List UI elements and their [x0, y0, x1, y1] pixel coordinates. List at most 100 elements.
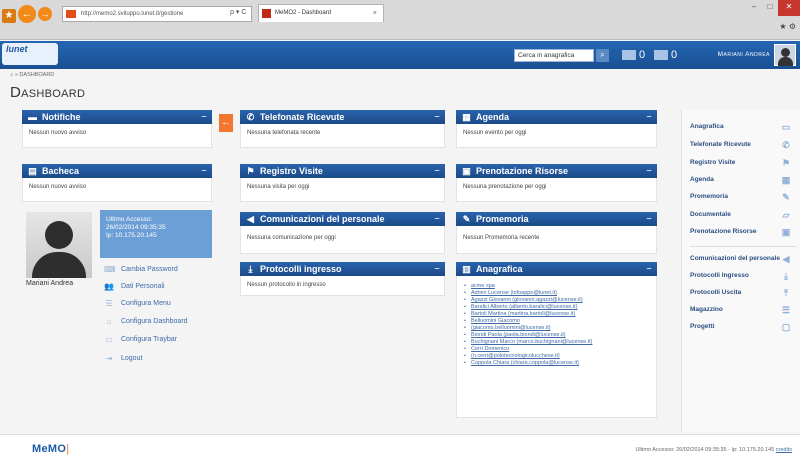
menu-item-anagrafica-label: Anagrafica: [690, 123, 724, 130]
folder-icon: ▱: [782, 210, 790, 220]
menu-item-telefonate[interactable]: Telefonate Ricevute ✆: [690, 138, 796, 152]
menu-item-magazzino[interactable]: Magazzino ☰: [690, 303, 796, 317]
address-text: http://memo2.sviluppo.lunet.it/gestione: [81, 11, 184, 17]
header-user-name[interactable]: Mariani Andrea: [718, 51, 770, 58]
menu-item-anagrafica[interactable]: Anagrafica ▭: [690, 120, 796, 134]
ptxt: Configura Dashboard: [121, 318, 188, 325]
collapse-button[interactable]: –: [645, 164, 653, 178]
menu-item-comunicazioni[interactable]: Comunicazioni del personale ◀: [690, 252, 796, 266]
visits-counter[interactable]: 0: [654, 47, 677, 63]
menu-item-prenotazione[interactable]: Prenotazione Risorse ▣: [690, 225, 796, 239]
keyboard-icon: ⌨: [104, 265, 116, 274]
ptxt: Dati Personali: [121, 283, 165, 290]
last-access-label: Ultimo Accesso:: [106, 216, 153, 223]
contact-item[interactable]: Baralici Alberto (alberto.baralici@lucen…: [463, 304, 650, 311]
menu-item-documentale[interactable]: Documentale ▱: [690, 208, 796, 222]
contact-item[interactable]: Biondi Paola (paola.biondi@lucense.it): [463, 332, 650, 339]
widget-header: ✎ Promemoria –: [456, 212, 657, 226]
contact-item[interactable]: acme spa: [463, 283, 650, 290]
close-window-button[interactable]: ✕: [778, 0, 800, 16]
contact-item[interactable]: Admin Lucense (infoappo@lunet.it): [463, 290, 650, 297]
browser-tab[interactable]: MeMO2 - Dashboard ×: [258, 4, 384, 22]
contact-item[interactable]: Coppola Chiara (chiara.coppola@lucense.i…: [463, 360, 650, 367]
menu-item-protocolli-uscita[interactable]: Protocolli Uscita ⤒: [690, 286, 796, 300]
menu-item-promemoria[interactable]: Promemoria ✎: [690, 190, 796, 204]
menu-item-promemoria-label: Promemoria: [690, 193, 728, 200]
download-icon: ⤓: [248, 264, 253, 274]
widget-header: ◀ Comunicazioni del personale –: [240, 212, 445, 226]
collapse-button[interactable]: –: [433, 262, 441, 276]
collapse-left-panel-button[interactable]: ←: [219, 114, 233, 132]
menu-item-agenda[interactable]: Agenda ▦: [690, 173, 796, 187]
footer-logo-2: MeMO: [32, 443, 67, 455]
users-icon: 👥: [104, 282, 114, 291]
menu-separator: [690, 246, 796, 247]
breadcrumb[interactable]: ⌂ » Dashboard: [10, 72, 54, 78]
widget-header: ▥ Anagrafica –: [456, 262, 657, 276]
tab-favicon-icon: [262, 9, 271, 18]
header-avatar[interactable]: [774, 44, 796, 66]
widget-title: Telefonate Ricevute: [260, 112, 345, 122]
visits-count: 0: [671, 49, 678, 61]
contact-item[interactable]: Agazzi Giovanni (giovanni.agazzi@lucense…: [463, 297, 650, 304]
phone-counter[interactable]: 0: [622, 47, 645, 63]
collapse-button[interactable]: –: [433, 110, 441, 124]
search-input[interactable]: Cerca in anagrafica: [514, 49, 594, 62]
phone-tray-icon: [622, 50, 636, 61]
calendar-icon: ▦: [781, 175, 791, 185]
clipboard-icon: ▢: [781, 322, 791, 332]
contact-item[interactable]: Belluomini Giacomo: [463, 318, 650, 325]
widget-comunicazioni: ◀ Comunicazioni del personale – Nessuna …: [240, 212, 445, 254]
widget-title: Comunicazioni del personale: [260, 214, 385, 224]
tab-close-icon[interactable]: ×: [373, 5, 377, 22]
collapse-button[interactable]: –: [645, 110, 653, 124]
pin-icon: ✎: [782, 192, 790, 202]
upload-icon: ⤒: [784, 288, 788, 298]
database-icon: ☰: [781, 305, 791, 315]
phone-icon: ✆: [782, 140, 790, 150]
collapse-button[interactable]: –: [200, 110, 208, 124]
visitor-icon: ⚑: [781, 158, 791, 168]
maximize-button[interactable]: □: [762, 0, 778, 16]
collapse-button[interactable]: –: [645, 262, 653, 276]
menu-item-progetti[interactable]: Progetti ▢: [690, 320, 796, 334]
forward-button[interactable]: →: [38, 7, 52, 21]
contact-item[interactable]: Cerri Domenico: [463, 346, 650, 353]
widget-title: Notifiche: [42, 112, 81, 122]
contact-item[interactable]: Buchignani Marco (marco.buchignani@lucen…: [463, 339, 650, 346]
pin-icon: ✎: [462, 214, 471, 224]
contact-item[interactable]: Bartoli Martina (martina.bartoli@lucense…: [463, 311, 650, 318]
widget-body: Nessun nuovo avviso: [22, 178, 212, 202]
address-bar[interactable]: http://memo2.sviluppo.lunet.it/gestione: [62, 6, 252, 22]
list-icon: ☰: [105, 299, 113, 308]
ptxt: Cambia Password: [121, 266, 178, 273]
collapse-button[interactable]: –: [433, 164, 441, 178]
ptxt: Configura Menu: [121, 300, 171, 307]
menu-item-visite[interactable]: Registro Visite ⚑: [690, 156, 796, 170]
collapse-button[interactable]: –: [645, 212, 653, 226]
credits-link[interactable]: credits: [776, 447, 792, 453]
contact-item[interactable]: (giacomo.belluomini@lucense.it): [463, 325, 650, 332]
contact-list: acme spa Admin Lucense (infoappo@lunet.i…: [463, 283, 650, 367]
menu-item-magazzino-label: Magazzino: [690, 306, 723, 313]
back-button[interactable]: ←: [18, 5, 36, 23]
minimize-button[interactable]: –: [746, 0, 762, 16]
star-icon[interactable]: ★: [2, 9, 16, 23]
collapse-button[interactable]: –: [200, 164, 208, 178]
phone-icon: ✆: [246, 112, 255, 122]
menu-item-protocolli-ingresso[interactable]: Protocolli Ingresso ⤓: [690, 269, 796, 283]
app-logo[interactable]: lunet: [2, 43, 58, 65]
widget-title: Agenda: [476, 112, 510, 122]
widget-header: ⤓ Protocolli ingresso –: [240, 262, 445, 276]
browser-tools[interactable]: ★ ⚙: [779, 22, 796, 31]
widget-prenotazione: ▣ Prenotazione Risorse – Nessuna prenota…: [456, 164, 657, 202]
address-tools[interactable]: ρ ▾ C: [230, 6, 246, 22]
booking-icon: ▣: [781, 227, 791, 237]
search-button[interactable]: ⌕: [596, 49, 609, 62]
footer-logo: MeMO|: [32, 443, 69, 455]
menu-item-progetti-label: Progetti: [690, 323, 715, 330]
visits-tray-icon: [654, 50, 668, 61]
app-header: lunet Cerca in anagrafica ⌕ 0 0 Mariani …: [0, 41, 800, 69]
collapse-button[interactable]: –: [433, 212, 441, 226]
contact-item[interactable]: (n.cerri@polotecnologicolucchese.it): [463, 353, 650, 360]
